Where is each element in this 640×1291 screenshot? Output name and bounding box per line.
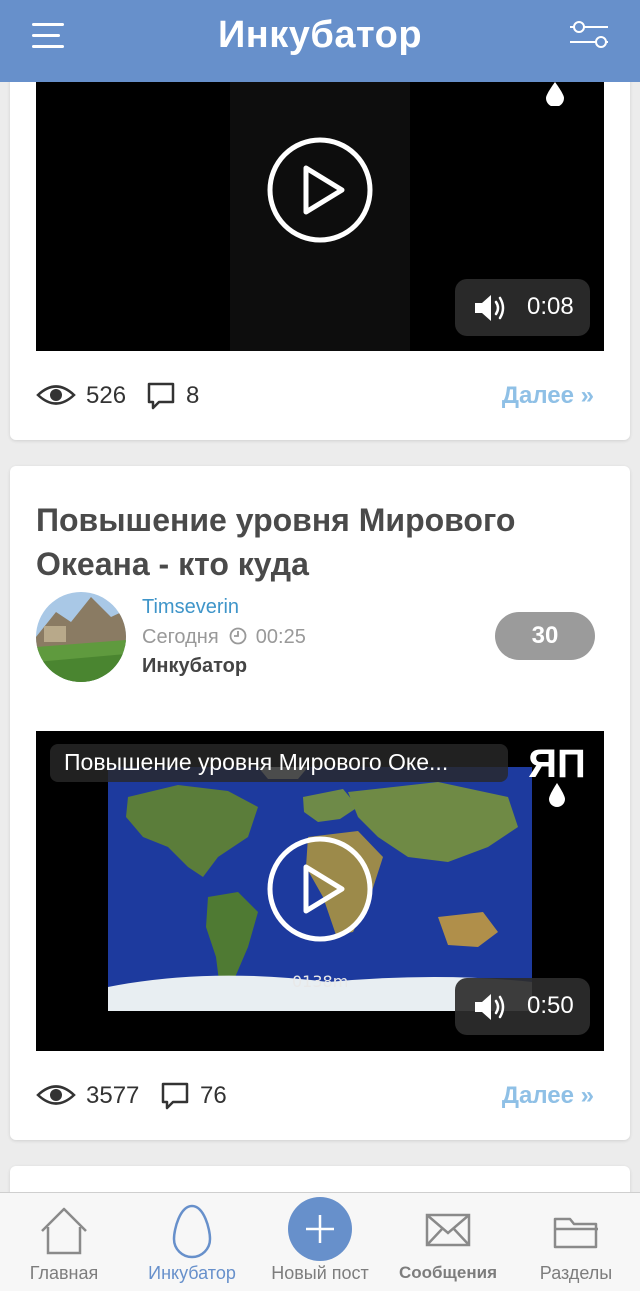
time-text: 00:25 [255,626,306,648]
video-player[interactable]: 0138m Повышение уровня Мирового Оке... Я… [36,731,604,1051]
envelope-icon [425,1213,471,1247]
home-icon [41,1207,87,1255]
nav-item-messages[interactable]: Сообщения [390,1193,506,1291]
video-controls[interactable]: 0:50 [455,978,590,1035]
speaker-icon[interactable] [473,992,509,1022]
video-player[interactable]: 0:08 [36,82,604,351]
play-button[interactable] [266,835,374,943]
filter-settings-icon[interactable] [568,20,610,50]
new-post-button[interactable] [288,1197,352,1261]
speaker-icon[interactable] [473,293,509,323]
avatar[interactable] [36,592,126,682]
nav-label: Новый пост [271,1263,369,1283]
comments-count: 76 [200,1082,227,1109]
eye-icon [36,1085,76,1105]
plus-icon [306,1215,334,1243]
post-date: Сегодня 00:25 [142,626,306,649]
logo-text: ЯП [528,743,586,786]
post-card: 0:08 526 8 Далее » [10,60,630,440]
map-caption: 0138m [292,972,349,991]
views-count: 526 [86,382,127,409]
comment-bubble-icon [161,1082,189,1110]
post-card: Повышение уровня Мирового Океана - кто к… [10,466,630,1140]
read-more-link[interactable]: Далее » [502,382,594,410]
nav-item-home[interactable]: Главная [14,1193,114,1291]
play-button[interactable] [266,136,374,244]
bottom-navigation: Главная Инкубатор Новый пост Сообщения Р… [0,1192,640,1291]
top-app-bar: Инкубатор [0,0,640,82]
nav-item-sections[interactable]: Разделы [526,1193,626,1291]
video-duration: 0:50 [527,992,574,1019]
video-controls[interactable]: 0:08 [455,279,590,336]
rating-badge: 30 [495,612,595,660]
views-count: 3577 [86,1082,140,1109]
avatar-image [36,592,126,682]
video-duration: 0:08 [527,293,574,320]
section-link[interactable]: Инкубатор [142,655,247,678]
nav-label: Инкубатор [148,1263,236,1283]
clock-icon [229,627,247,645]
folder-icon [553,1217,598,1249]
comment-bubble-icon [147,382,175,410]
video-title[interactable]: Повышение уровня Мирового Оке... [50,744,508,782]
page-title: Инкубатор [217,14,423,56]
egg-icon [172,1204,212,1259]
nav-item-incubator[interactable]: Инкубатор [137,1193,247,1291]
author-link[interactable]: Timseverin [142,596,239,619]
nav-label: Сообщения [399,1263,497,1282]
nav-label: Главная [29,1263,99,1283]
comments-count: 8 [186,382,200,409]
date-text: Сегодня [142,626,219,648]
eye-icon [36,385,76,405]
nav-label: Разделы [539,1263,613,1283]
yap-logo-icon: ЯП [528,743,586,807]
drop-logo-icon [546,82,564,106]
post-title[interactable]: Повышение уровня Мирового Океана - кто к… [36,498,596,586]
read-more-link[interactable]: Далее » [502,1082,594,1110]
nav-item-new-post[interactable]: Новый пост [262,1193,378,1291]
